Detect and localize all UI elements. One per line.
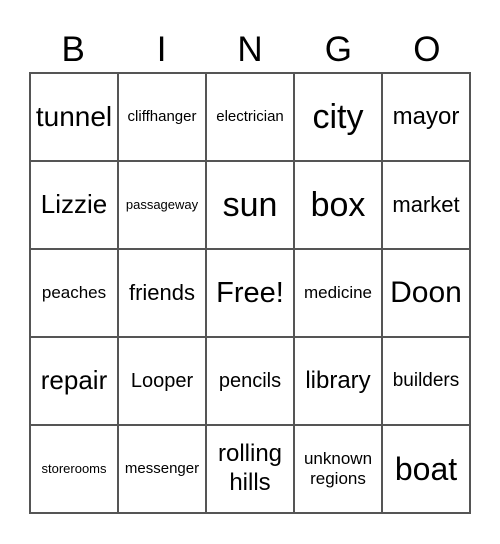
bingo-cell: repair [30, 337, 118, 425]
header-letter-n: N [237, 30, 263, 69]
bingo-cell: peaches [30, 249, 118, 337]
bingo-cell: electrician [206, 73, 294, 161]
bingo-cell: city [294, 73, 382, 161]
bingo-cell: medicine [294, 249, 382, 337]
bingo-cell: storerooms [30, 425, 118, 513]
bingo-cell: friends [118, 249, 206, 337]
bingo-header: B I N G O [29, 28, 471, 72]
bingo-cell: cliffhanger [118, 73, 206, 161]
bingo-cell: tunnel [30, 73, 118, 161]
bingo-cell: messenger [118, 425, 206, 513]
free-space-cell: Free! [206, 249, 294, 337]
bingo-cell: sun [206, 161, 294, 249]
bingo-cell: Lizzie [30, 161, 118, 249]
bingo-cell: box [294, 161, 382, 249]
bingo-cell: Doon [382, 249, 470, 337]
bingo-grid: tunnel cliffhanger electrician city mayor Liz… [29, 72, 471, 514]
bingo-cell: mayor [382, 73, 470, 161]
bingo-cell: rolling hills [206, 425, 294, 513]
bingo-cell: passageway [118, 161, 206, 249]
header-letter-i: I [156, 30, 167, 69]
bingo-cell: pencils [206, 337, 294, 425]
header-letter-o: O [413, 30, 441, 69]
header-letter-g: G [324, 30, 353, 69]
bingo-cell: market [382, 161, 470, 249]
bingo-cell: builders [382, 337, 470, 425]
bingo-cell: boat [382, 425, 470, 513]
bingo-cell: Looper [118, 337, 206, 425]
header-letter-b: B [61, 30, 85, 69]
bingo-cell: library [294, 337, 382, 425]
bingo-cell: unknown regions [294, 425, 382, 513]
